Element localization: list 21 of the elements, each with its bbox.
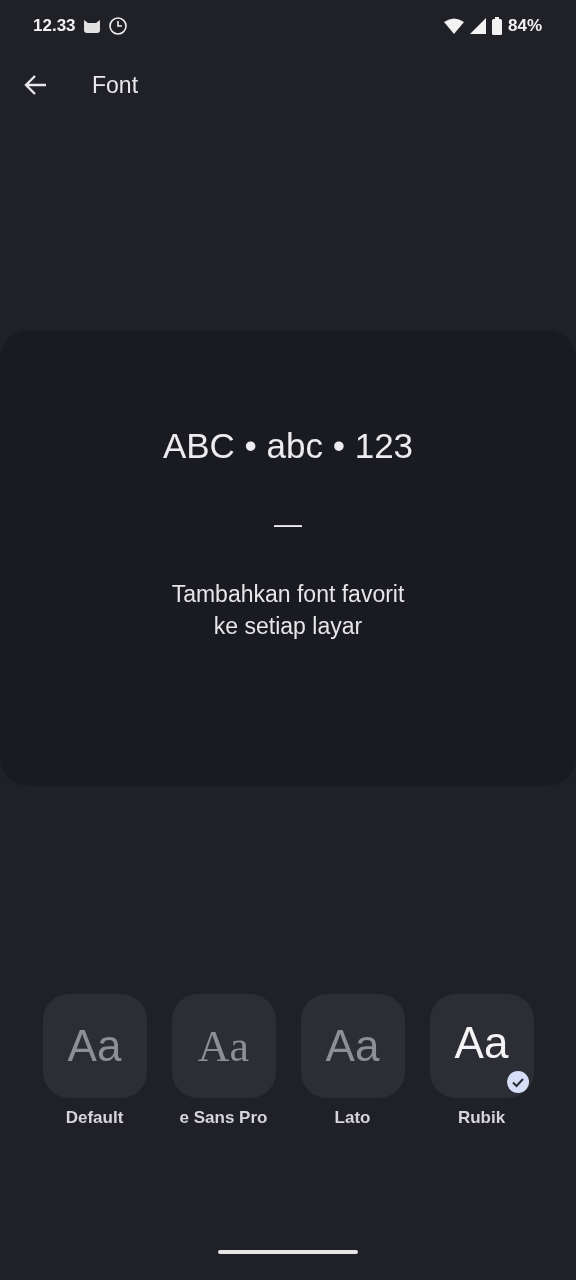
battery-icon [491, 17, 502, 35]
checkmark-icon [506, 1071, 529, 1093]
font-name-label: e Sans Pro [179, 1108, 268, 1128]
alarm-clock-icon [107, 16, 128, 36]
font-option-tile[interactable]: Aa [300, 994, 405, 1098]
font-option-tile[interactable]: Aa [429, 994, 534, 1098]
font-name-label: Default [65, 1108, 124, 1128]
font-option-tile[interactable]: Aa [42, 994, 147, 1098]
preview-caption: Tambahkan font favorit ke setiap layar [171, 580, 405, 641]
wifi-icon [443, 18, 464, 34]
font-name-label: Lato [334, 1108, 371, 1128]
font-option-tile[interactable]: Aa [171, 994, 276, 1098]
battery-percentage: 84% [507, 16, 542, 36]
clock-time: 12.33 [33, 16, 76, 36]
cat-icon [81, 18, 102, 34]
font-name-label: Rubik [457, 1108, 506, 1128]
page-title: Font [92, 71, 139, 99]
back-arrow-icon[interactable] [24, 74, 48, 96]
font-sample-text: ABC • abc • 123 [162, 426, 414, 466]
dash-separator: — [274, 508, 302, 540]
signal-icon [469, 18, 486, 34]
